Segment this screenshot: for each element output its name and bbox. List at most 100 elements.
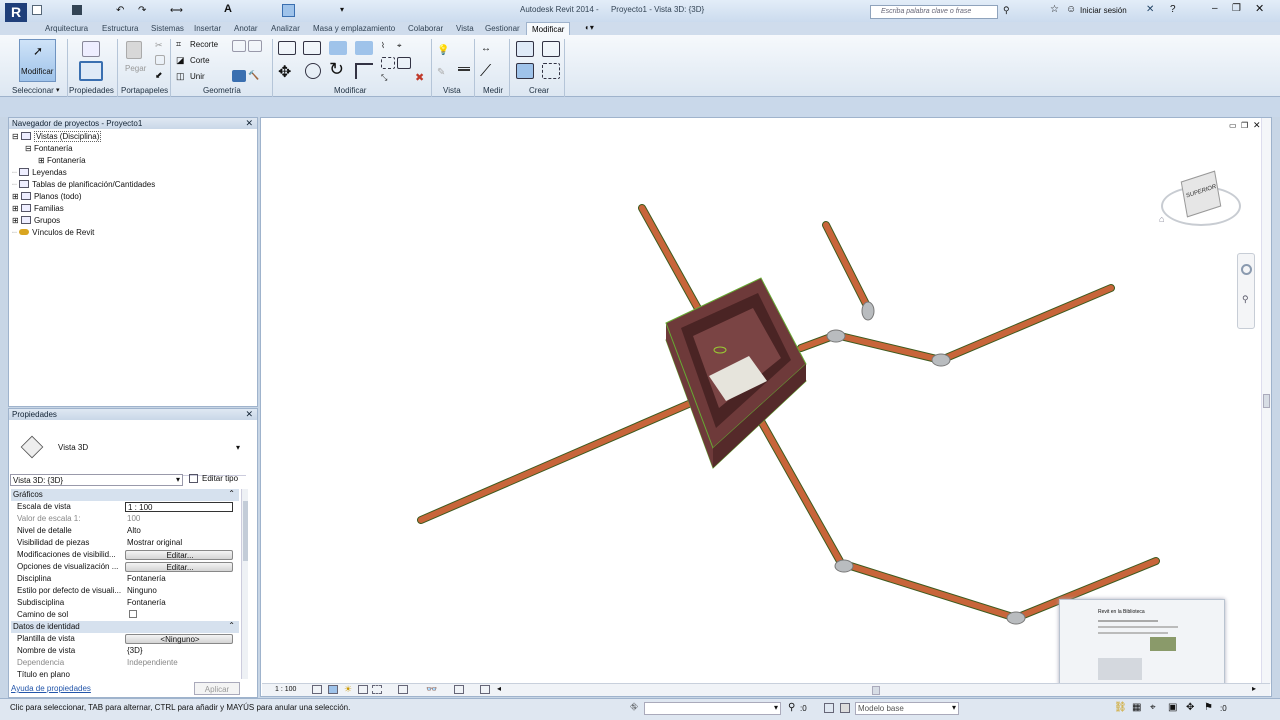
paint-icon[interactable] [232, 70, 246, 82]
prop-row[interactable]: Subdisciplina Fontanería [11, 597, 239, 609]
prop-row[interactable]: Opciones de visualización ... Editar... [11, 561, 239, 573]
viewport-scrollbar[interactable] [1261, 118, 1271, 684]
prop-row[interactable]: Estilo por defecto de visuali... Ninguno [11, 585, 239, 597]
horizontal-scrollbar[interactable] [507, 686, 1252, 695]
prop-value[interactable]: 1 : 100 [125, 502, 233, 512]
hide-isolate-icon[interactable]: 👓 [426, 684, 437, 695]
group-graficos[interactable]: Gráficos ⌃ [11, 489, 239, 501]
tree-item-tablas[interactable]: ┈ Tablas de planificación/Cantidades [12, 180, 155, 189]
prop-row[interactable]: Nivel de detalle Alto [11, 525, 239, 537]
open-icon[interactable] [32, 5, 42, 15]
split-icon[interactable]: ⌇ [381, 41, 395, 53]
prop-value[interactable]: Alto [125, 526, 233, 536]
crop-view-icon[interactable] [372, 685, 382, 694]
exchange-icon[interactable]: ✕ [1146, 4, 1154, 15]
corte-button[interactable]: Corte [190, 56, 210, 65]
cut-icon[interactable]: ✂ [155, 40, 169, 52]
redo-icon[interactable]: ↷ [138, 5, 146, 16]
prop-value[interactable]: Fontanería [125, 574, 233, 584]
undo-icon[interactable]: ↶ [116, 5, 124, 16]
drag-elements-icon[interactable]: ✥ [1186, 702, 1194, 713]
sun-path-checkbox[interactable] [125, 610, 233, 620]
prop-row[interactable]: Camino de sol [11, 609, 239, 621]
search-input[interactable]: Escriba palabra clave o frase [881, 8, 971, 15]
corte-icon[interactable]: ◪ [176, 55, 185, 66]
prop-row[interactable]: Nombre de vista {3D} [11, 645, 239, 657]
delete-icon[interactable]: ✖ [415, 71, 424, 84]
display-options-edit-button[interactable]: Editar... [125, 562, 233, 572]
sun-path-icon[interactable]: ☀ [344, 684, 352, 695]
tab-estructura[interactable]: Estructura [102, 24, 138, 33]
unpin-icon[interactable] [397, 57, 411, 69]
expand-icon[interactable]: ⊞ [12, 192, 19, 201]
home-icon[interactable]: ⌂ [1159, 214, 1164, 224]
dropdown-icon[interactable]: ▾ [340, 5, 344, 14]
brick-manhole[interactable] [665, 277, 807, 469]
pipe-network[interactable] [417, 204, 1160, 625]
revit-logo-icon[interactable]: R [5, 3, 27, 22]
tab-arquitectura[interactable]: Arquitectura [45, 24, 88, 33]
reveal-hidden-icon[interactable] [454, 685, 464, 694]
modify-button[interactable]: ➚ Modificar [19, 39, 56, 82]
view-scale[interactable]: 1 : 100 [275, 686, 296, 693]
close-button[interactable]: ✕ [1255, 2, 1264, 15]
detail-level-icon[interactable] [312, 685, 322, 694]
create-similar-icon[interactable] [542, 63, 560, 79]
measure-icon[interactable]: ⟷ [170, 5, 183, 16]
edit-type-button[interactable]: Editar tipo [189, 473, 245, 486]
type-dropdown-icon[interactable]: ▾ [236, 443, 240, 452]
text-icon[interactable]: A [224, 3, 232, 15]
tab-sistemas[interactable]: Sistemas [151, 24, 184, 33]
prop-row[interactable]: Modificaciones de visibilid... Editar... [11, 549, 239, 561]
offset-icon[interactable] [303, 41, 321, 55]
split-face-icon[interactable] [248, 40, 262, 52]
browser-close-icon[interactable]: ✕ [245, 118, 253, 129]
tree-item-fontaneria[interactable]: ⊟ Fontanería [25, 144, 73, 153]
linework-icon[interactable] [458, 67, 470, 71]
thin-lines-icon[interactable] [282, 4, 295, 17]
prop-row[interactable]: Escala de vista 1 : 100 [11, 501, 239, 513]
seleccionar-dropdown-icon[interactable]: ▾ [56, 86, 60, 94]
demolish-icon[interactable]: 🔨 [248, 70, 262, 82]
zoom-icon[interactable]: ⚲ [1242, 294, 1249, 305]
properties-icon[interactable] [82, 41, 100, 57]
prop-value[interactable]: Ninguno [125, 586, 233, 596]
signin-button[interactable]: Iniciar sesión [1080, 6, 1127, 15]
prop-value[interactable]: Fontanería [125, 598, 233, 608]
mirror-axis-icon[interactable] [329, 41, 347, 55]
help-icon[interactable]: ? [1170, 4, 1176, 15]
override-icon[interactable]: ✎ [437, 67, 445, 78]
collapse-group-icon[interactable]: ⌃ [228, 489, 235, 498]
quick-access-toolbar[interactable]: ↶ ↷ ⟷ A ▾ [32, 3, 350, 17]
prop-value[interactable]: Mostrar original [125, 538, 233, 548]
tab-analizar[interactable]: Analizar [271, 24, 300, 33]
copy-element-icon[interactable] [305, 63, 321, 79]
tab-colaborar[interactable]: Colaborar [408, 24, 443, 33]
tab-gestionar[interactable]: Gestionar [485, 24, 520, 33]
wall-joins-icon[interactable] [232, 40, 246, 52]
cope-icon[interactable]: ⌗ [176, 39, 181, 50]
unir-button[interactable]: Unir [190, 72, 205, 81]
match-icon[interactable]: ⬋ [155, 70, 169, 82]
workset-dropdown[interactable]: ▾ [644, 702, 781, 715]
filter-icon[interactable]: ⚲ [788, 702, 795, 713]
save-icon[interactable] [72, 5, 82, 15]
temp-view-icon[interactable] [480, 685, 490, 694]
type-properties-icon[interactable] [79, 61, 103, 81]
design-option-dropdown[interactable]: Modelo base ▾ [855, 702, 959, 715]
shadows-icon[interactable] [358, 685, 368, 694]
tab-anotar[interactable]: Anotar [234, 24, 258, 33]
expand-icon[interactable]: ⊞ [38, 156, 45, 165]
prop-row[interactable]: Título en plano [11, 669, 239, 681]
expand-icon[interactable]: ⊞ [12, 204, 19, 213]
rotate-icon[interactable]: ↻ [329, 59, 344, 80]
tree-item-vistas[interactable]: ⊟ Vistas (Disciplina) [12, 131, 102, 142]
tree-item-grupos[interactable]: ⊞ Grupos [12, 216, 60, 225]
hide-icon[interactable]: 💡 [437, 45, 449, 56]
design-options-icon[interactable] [824, 703, 834, 713]
minimize-button[interactable]: – [1212, 3, 1218, 14]
tree-item-planos[interactable]: ⊞ Planos (todo) [12, 192, 82, 201]
prop-row[interactable]: Visibilidad de piezas Mostrar original [11, 537, 239, 549]
collapse-group-icon[interactable]: ⌃ [228, 621, 235, 630]
tree-item-fontaneria-3d[interactable]: ⊞ Fontanería [38, 156, 86, 165]
